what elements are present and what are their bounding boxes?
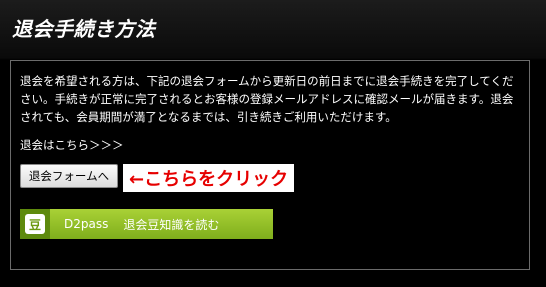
click-here-annotation: ←こちらをクリック — [123, 164, 295, 192]
cancellation-description: 退会を希望される方は、下記の退会フォームから更新日の前日までに退会手続きを完了し… — [20, 74, 514, 124]
content-panel: 退会を希望される方は、下記の退会フォームから更新日の前日までに退会手続きを完了し… — [10, 60, 530, 270]
banner-label: 退会豆知識を読む — [123, 217, 220, 232]
banner-brand: D2pass — [64, 217, 109, 231]
cancellation-form-button[interactable]: 退会フォームへ — [20, 164, 118, 188]
cancellation-link[interactable]: 退会はこちら＞＞＞ — [20, 137, 124, 153]
bean-icon: 豆 — [20, 209, 50, 239]
page-title: 退会手続き方法 — [12, 17, 156, 41]
bean-icon-glyph: 豆 — [25, 214, 45, 234]
page: 退会手続き方法 退会を希望される方は、下記の退会フォームから更新日の前日までに退… — [0, 0, 546, 287]
trivia-banner[interactable]: 豆 D2pass 退会豆知識を読む — [20, 209, 273, 239]
